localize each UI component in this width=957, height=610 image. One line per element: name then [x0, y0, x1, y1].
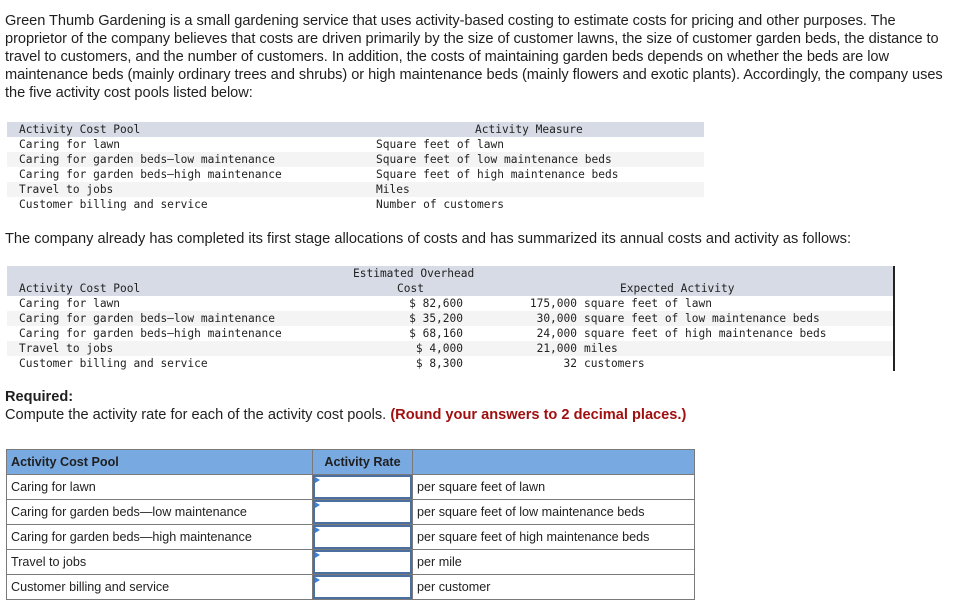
table-row: Customer billing and service Number of c…	[7, 197, 704, 212]
answer-header-row: Activity Cost Pool Activity Rate	[6, 449, 695, 475]
pool-name: Caring for lawn	[19, 297, 121, 310]
input-marker-icon	[315, 552, 320, 558]
overhead-cost: $ 4,000	[415, 342, 463, 355]
activity-measure: Square feet of lawn	[376, 138, 504, 151]
expected-quantity: 30,000	[536, 312, 577, 325]
pool-name: Travel to jobs	[19, 183, 114, 196]
rate-input-travel[interactable]	[313, 550, 412, 574]
expected-quantity: 24,000	[536, 327, 577, 340]
pool-name: Caring for garden beds–high maintenance	[19, 168, 282, 181]
table-row: Customer billing and service $ 8,300 32 …	[7, 356, 893, 371]
pool-name: Caring for garden beds–high maintenance	[19, 327, 282, 340]
table-row: Travel to jobs $ 4,000 21,000 miles	[7, 341, 893, 356]
table-row: Caring for garden beds–high maintenance …	[7, 167, 704, 182]
table-row: Caring for garden beds–high maintenance …	[7, 326, 893, 341]
rate-cell	[312, 549, 413, 575]
header-activity-measure: Activity Measure	[475, 123, 583, 136]
activity-rate-answer-table: Activity Cost Pool Activity Rate Caring …	[6, 449, 695, 600]
rate-input-lawn[interactable]	[313, 475, 412, 499]
rate-cell	[312, 524, 413, 550]
input-marker-icon	[315, 477, 320, 483]
expected-quantity: 21,000	[536, 342, 577, 355]
intro-paragraph: Green Thumb Gardening is a small gardeni…	[5, 13, 943, 101]
header-unit	[412, 449, 695, 475]
pool-name: Caring for lawn	[19, 138, 121, 151]
activity-unit: square feet of low maintenance beds	[584, 312, 820, 325]
answer-row: Caring for lawn per square feet of lawn	[6, 474, 695, 500]
summary-paragraph: The company already has completed its fi…	[5, 231, 852, 247]
input-marker-icon	[315, 502, 320, 508]
activity-measure: Square feet of high maintenance beds	[376, 168, 619, 181]
overhead-cost: $ 8,300	[415, 357, 463, 370]
pool-name: Customer billing and service	[19, 198, 208, 211]
rate-cell	[312, 499, 413, 525]
rate-input-high-maintenance[interactable]	[313, 525, 412, 549]
rate-unit: per square feet of lawn	[412, 474, 695, 500]
overhead-cost: $ 35,200	[409, 312, 463, 325]
pool-name: Caring for garden beds–low maintenance	[19, 312, 275, 325]
rate-unit: per square feet of low maintenance beds	[412, 499, 695, 525]
rate-input-customer-billing[interactable]	[313, 575, 412, 599]
header-activity-cost-pool: Activity Cost Pool	[19, 282, 141, 295]
activity-measure: Number of customers	[376, 198, 504, 211]
activity-unit: miles	[584, 342, 618, 355]
rate-unit: per customer	[412, 574, 695, 600]
answer-row: Caring for garden beds—low maintenance p…	[6, 499, 695, 525]
activity-measures-table: Activity Cost Pool Activity Measure Cari…	[7, 122, 704, 212]
pool-name: Customer billing and service	[6, 574, 313, 600]
required-instruction: Compute the activity rate for each of th…	[5, 407, 387, 423]
header-estimated-overhead: Estimated Overhead	[353, 267, 475, 280]
header-activity-cost-pool: Activity Cost Pool	[19, 123, 141, 136]
table-row: Caring for lawn $ 82,600 175,000 square …	[7, 296, 893, 311]
rate-unit: per mile	[412, 549, 695, 575]
pool-name: Caring for garden beds—high maintenance	[6, 524, 313, 550]
input-marker-icon	[315, 577, 320, 583]
answer-row: Customer billing and service per custome…	[6, 574, 695, 600]
input-marker-icon	[315, 527, 320, 533]
rate-cell	[312, 474, 413, 500]
table-header-row: Activity Cost Pool Activity Measure	[7, 122, 704, 137]
header-cost: Cost	[397, 282, 424, 295]
pool-name: Travel to jobs	[19, 342, 114, 355]
rate-input-low-maintenance[interactable]	[313, 500, 412, 524]
table-row: Caring for garden beds–low maintenance $…	[7, 311, 893, 326]
activity-measure: Square feet of low maintenance beds	[376, 153, 612, 166]
pool-name: Caring for garden beds–low maintenance	[19, 153, 275, 166]
header-activity-cost-pool: Activity Cost Pool	[6, 449, 313, 475]
table-row: Caring for lawn Square feet of lawn	[7, 137, 704, 152]
activity-unit: customers	[584, 357, 645, 370]
pool-name: Customer billing and service	[19, 357, 208, 370]
activity-measure: Miles	[376, 183, 410, 196]
overhead-cost: $ 68,160	[409, 327, 463, 340]
header-activity-rate: Activity Rate	[312, 449, 413, 475]
table-row: Travel to jobs Miles	[7, 182, 704, 197]
header-expected-activity: Expected Activity	[620, 282, 735, 295]
overhead-cost: $ 82,600	[409, 297, 463, 310]
answer-row: Travel to jobs per mile	[6, 549, 695, 575]
rate-cell	[312, 574, 413, 600]
table-row: Caring for garden beds–low maintenance S…	[7, 152, 704, 167]
required-section: Required: Compute the activity rate for …	[5, 388, 686, 424]
pool-name: Caring for garden beds—low maintenance	[6, 499, 313, 525]
rate-unit: per square feet of high maintenance beds	[412, 524, 695, 550]
pool-name: Travel to jobs	[6, 549, 313, 575]
answer-row: Caring for garden beds—high maintenance …	[6, 524, 695, 550]
pool-name: Caring for lawn	[6, 474, 313, 500]
activity-unit: square feet of lawn	[584, 297, 712, 310]
required-label: Required:	[5, 389, 74, 405]
expected-quantity: 175,000	[529, 297, 577, 310]
expected-quantity: 32	[563, 357, 577, 370]
activity-unit: square feet of high maintenance beds	[584, 327, 827, 340]
rounding-note: (Round your answers to 2 decimal places.…	[390, 407, 687, 423]
costs-activity-table: Activity Cost Pool Estimated Overhead Co…	[7, 266, 895, 371]
table-header-row: Activity Cost Pool Estimated Overhead Co…	[7, 266, 893, 296]
